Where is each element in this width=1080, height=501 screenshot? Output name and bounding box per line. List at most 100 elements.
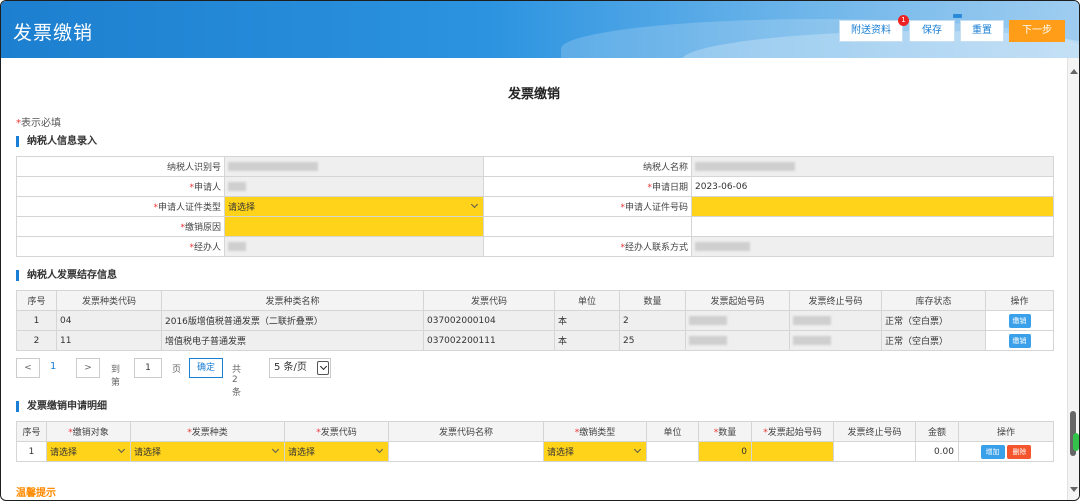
unit-cell — [646, 441, 699, 462]
page-size-select[interactable]: 5 条/页 — [269, 358, 331, 378]
redacted-value — [695, 161, 795, 171]
reason-label-text: 缴销原因 — [184, 223, 221, 233]
add-row-button[interactable]: 增加 — [980, 444, 1005, 459]
col-header-text: 发票代码 — [320, 428, 357, 438]
tip-heading: 温馨提示 — [16, 488, 56, 499]
taxpayer-name-value — [691, 156, 1054, 177]
redacted-value — [689, 315, 727, 325]
handler-contact-label-text: 经办人联系方式 — [624, 243, 688, 253]
col-header-text: 发票起始号码 — [767, 428, 822, 438]
chevron-down-icon — [375, 445, 384, 454]
col-header: *缴销对象 — [46, 421, 131, 442]
col-header-text: 发票种类 — [191, 428, 228, 438]
header-bar: 发票缴销 附送资料 1 保存 重置 下一步 — [1, 1, 1079, 58]
invoice-code: 037002200111 — [423, 330, 555, 351]
scroll-down-arrow-icon[interactable] — [1070, 487, 1078, 492]
scroll-up-arrow-icon[interactable] — [1070, 69, 1078, 74]
select-value: 请选择 — [50, 448, 78, 458]
reason-input[interactable] — [224, 216, 484, 237]
col-header: 发票终止号码 — [789, 290, 882, 311]
handler-label: *经办人 — [16, 236, 225, 257]
taxpayer-id-label: 纳税人识别号 — [16, 156, 225, 177]
start-number-input[interactable] — [751, 441, 834, 462]
col-header: *数量 — [698, 421, 752, 442]
taxpayer-id-value — [224, 156, 484, 177]
cancel-type-select[interactable]: 请选择 — [543, 441, 647, 462]
row-no: 2 — [16, 330, 57, 351]
cert-no-label: *申请人证件号码 — [483, 196, 692, 217]
taxpayer-info-form: 纳税人识别号 纳税人名称 *申请人 *申请日期 2023-06-06 *申请人证… — [16, 156, 1054, 257]
applicant-label-text: 申请人 — [193, 183, 221, 193]
page-unit-label: 页 — [172, 365, 182, 375]
applicant-value — [224, 176, 484, 197]
handler-value — [224, 236, 484, 257]
chevron-down-icon — [633, 445, 642, 454]
redacted-value — [793, 335, 831, 345]
applicant-label: *申请人 — [16, 176, 225, 197]
redacted-value — [228, 181, 246, 191]
redacted-value — [695, 241, 750, 251]
stock-table: 序号 发票种类代码 发票种类名称 发票代码 单位 数量 发票起始号码 发票终止号… — [16, 290, 1054, 351]
amount-cell: 0.00 — [915, 441, 959, 462]
invoice-type-select[interactable]: 请选择 — [130, 441, 285, 462]
goto-confirm-button[interactable]: 确定 — [189, 358, 223, 378]
cancel-invoice-button[interactable]: 缴销 — [1008, 313, 1031, 328]
type-code: 04 — [56, 310, 162, 331]
col-header: *缴销类型 — [543, 421, 647, 442]
prev-page-button[interactable]: < — [16, 358, 40, 378]
handler-contact-value — [691, 236, 1054, 257]
page-title: 发票缴销 — [507, 87, 560, 102]
col-header: 发票代码名称 — [388, 421, 544, 442]
total-count: 共 2 条 — [232, 365, 242, 398]
current-page[interactable]: 1 — [50, 361, 56, 372]
empty-cell — [483, 216, 692, 237]
page-size-value: 5 条/页 — [274, 362, 307, 373]
next-step-button[interactable]: 下一步 — [1009, 20, 1065, 42]
col-header: 数量 — [619, 290, 686, 311]
end-number — [789, 310, 882, 331]
col-header: 发票种类代码 — [56, 290, 162, 311]
cert-type-label: *申请人证件类型 — [16, 196, 225, 217]
reason-label: *缴销原因 — [16, 216, 225, 237]
type-code: 11 — [56, 330, 162, 351]
stock-header-row: 序号 发票种类代码 发票种类名称 发票代码 单位 数量 发票起始号码 发票终止号… — [16, 290, 1054, 311]
invoice-code-select[interactable]: 请选择 — [284, 441, 389, 462]
delete-row-button[interactable]: 删除 — [1007, 444, 1032, 459]
col-header: 库存状态 — [881, 290, 986, 311]
col-header: 单位 — [554, 290, 620, 311]
save-button[interactable]: 保存 — [909, 20, 955, 42]
unit: 本 — [554, 310, 620, 331]
reset-button[interactable]: 重置 — [960, 20, 1004, 42]
cancel-target-select[interactable]: 请选择 — [46, 441, 131, 462]
row-actions: 增加 删除 — [958, 441, 1054, 462]
required-note-text: 表示必填 — [21, 118, 61, 129]
quantity: 2 — [619, 310, 686, 331]
cert-no-input[interactable] — [691, 196, 1054, 217]
attach-docs-button[interactable]: 附送资料 — [839, 20, 903, 42]
type-name: 2016版增值税普通发票（二联折叠票） — [161, 310, 424, 331]
col-header: 发票代码 — [423, 290, 555, 311]
col-header: *发票种类 — [130, 421, 285, 442]
col-header: 发票起始号码 — [685, 290, 790, 311]
cancel-invoice-button[interactable]: 缴销 — [1008, 333, 1031, 348]
apply-date-label: *申请日期 — [483, 176, 692, 197]
cancel-detail-table: 序号 *缴销对象 *发票种类 *发票代码 发票代码名称 *缴销类型 单位 *数量… — [16, 421, 1054, 462]
empty-cell — [691, 216, 1054, 237]
next-page-button[interactable]: > — [76, 358, 100, 378]
cert-type-label-text: 申请人证件类型 — [157, 203, 221, 213]
redacted-value — [689, 335, 727, 345]
page-number-input[interactable]: 1 — [134, 358, 162, 378]
table-row: 2 11 增值税电子普通发票 037002200111 本 25 正常（空白票）… — [16, 330, 1054, 351]
handler-contact-label: *经办人联系方式 — [483, 236, 692, 257]
row-actions: 缴销 — [985, 330, 1054, 351]
row-no: 1 — [16, 441, 47, 462]
redacted-value — [793, 315, 831, 325]
cert-type-select[interactable]: 请选择 — [224, 196, 484, 217]
start-number — [685, 330, 790, 351]
select-value: 请选择 — [547, 448, 575, 458]
end-number — [789, 330, 882, 351]
quantity-input[interactable]: 0 — [698, 441, 752, 462]
cert-type-select-value: 请选择 — [228, 203, 256, 213]
taxpayer-name-label: 纳税人名称 — [483, 156, 692, 177]
row-actions: 缴销 — [985, 310, 1054, 331]
